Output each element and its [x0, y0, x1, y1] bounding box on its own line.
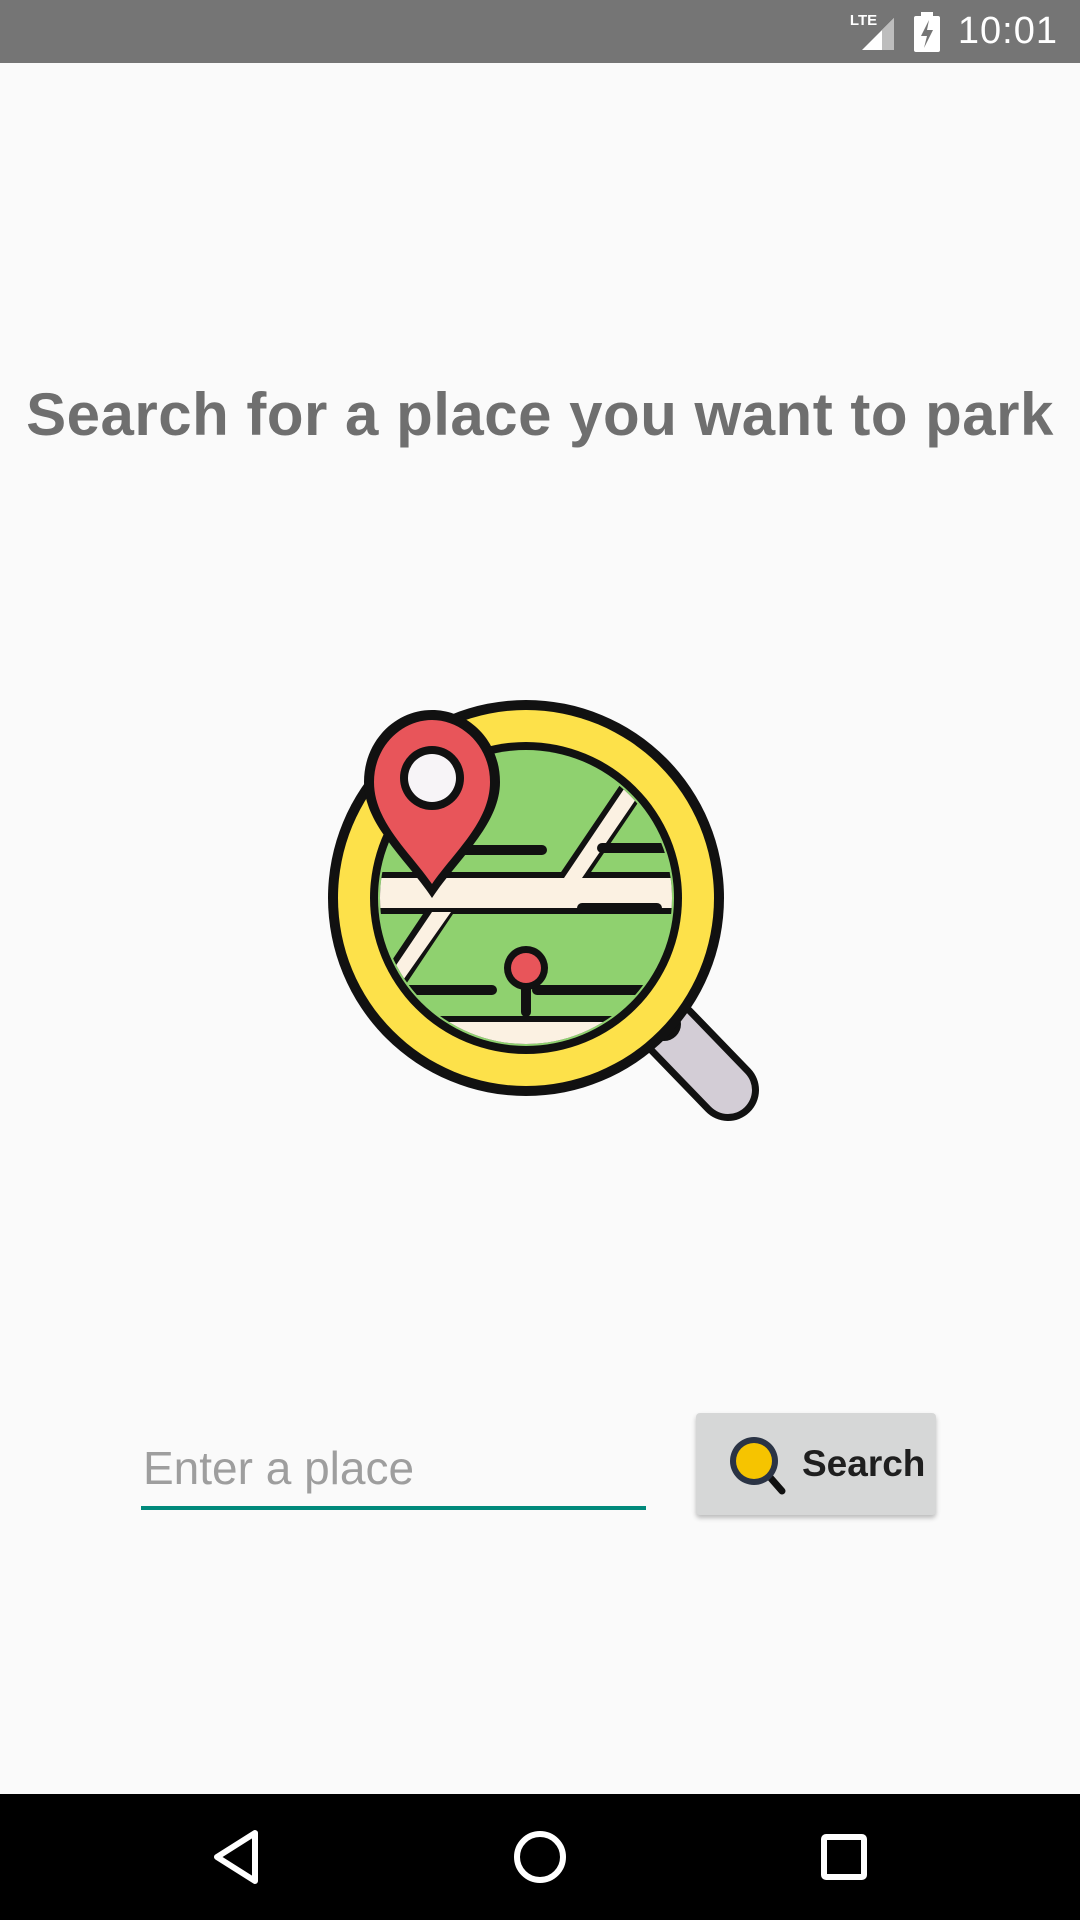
- map-search-icon: [328, 700, 759, 1121]
- search-input[interactable]: [141, 1430, 646, 1510]
- status-icons: LTE 10:01: [850, 0, 1058, 63]
- home-button[interactable]: [505, 1822, 575, 1892]
- search-field-container: [141, 1430, 646, 1514]
- clock: 10:01: [957, 10, 1058, 52]
- recents-button[interactable]: [809, 1822, 879, 1892]
- battery-charging-icon: [913, 11, 940, 52]
- page-title: Search for a place you want to park: [26, 381, 1054, 448]
- magnifier-icon: [730, 1437, 786, 1495]
- status-bar: LTE 10:01: [0, 0, 1080, 63]
- home-icon: [514, 1831, 566, 1883]
- search-button[interactable]: Search: [696, 1413, 936, 1515]
- signal-icon: LTE: [850, 12, 896, 52]
- recents-icon: [821, 1834, 867, 1880]
- navigation-bar: [0, 1794, 1080, 1920]
- app-screen: LTE 10:01 Search for a place you want to…: [0, 0, 1080, 1920]
- search-button-label: Search: [802, 1443, 926, 1484]
- back-button[interactable]: [201, 1822, 271, 1892]
- back-icon: [214, 1830, 258, 1884]
